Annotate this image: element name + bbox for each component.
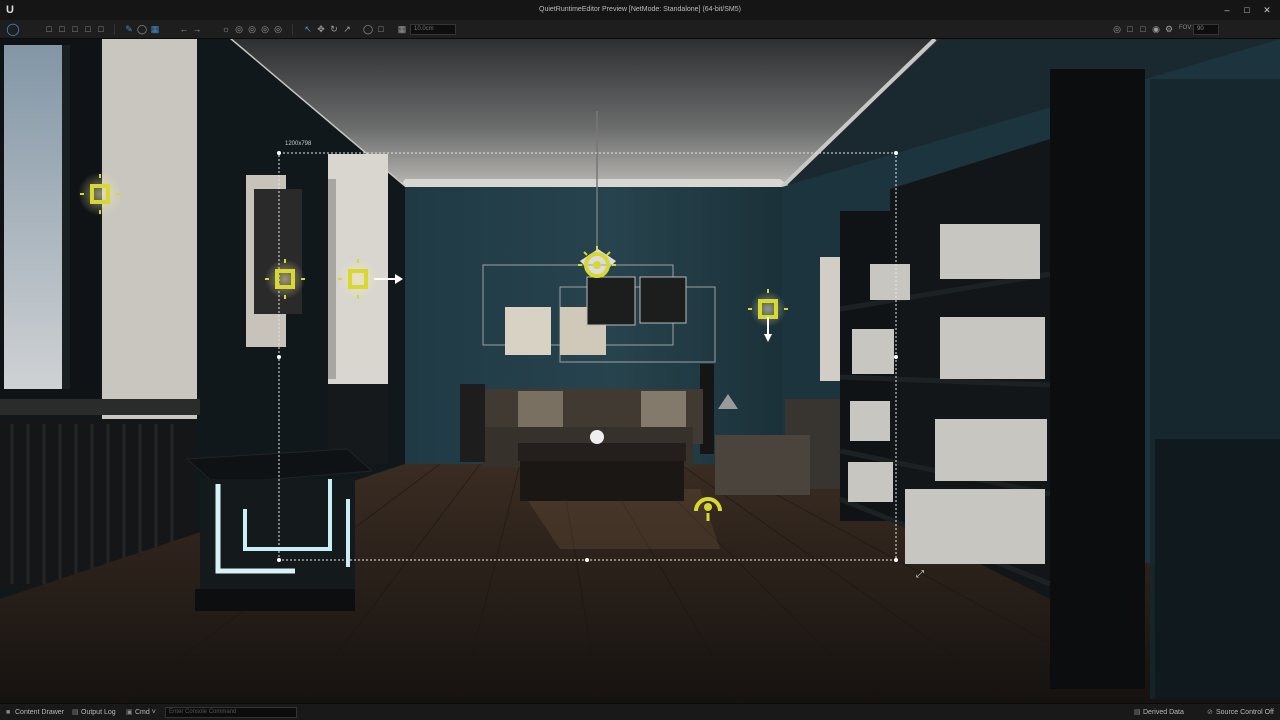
rect-light-gizmo-wall[interactable] xyxy=(265,259,305,299)
sofa-cushion-1 xyxy=(518,391,563,429)
world-space-icon[interactable]: ◯ xyxy=(361,22,375,36)
sky-light-icon[interactable]: ◎ xyxy=(271,22,285,36)
selection-handle[interactable] xyxy=(585,558,589,562)
window-sill xyxy=(0,399,200,415)
rotate-tool-icon[interactable]: ↻ xyxy=(327,22,341,36)
open-level-icon[interactable]: □ xyxy=(55,22,69,36)
rect-light-icon[interactable]: ◎ xyxy=(258,22,272,36)
output-log-label: Output Log xyxy=(81,709,116,716)
translate-tool-icon[interactable]: ✥ xyxy=(314,22,328,36)
fov-label: FOV: xyxy=(1179,25,1193,31)
derived-data-button[interactable]: ▤ Derived Data xyxy=(1134,708,1184,718)
output-log-button[interactable]: ▤ Output Log xyxy=(72,708,116,718)
eye-icon[interactable]: ◉ xyxy=(1149,22,1163,36)
editor-window: U QuietRuntimeEditor Preview [NetMode: S… xyxy=(0,0,1280,720)
focus-icon[interactable]: ◎ xyxy=(1110,22,1124,36)
select-mode-icon[interactable]: ✎ xyxy=(122,22,136,36)
window-mullion xyxy=(62,45,70,389)
radiator-right xyxy=(1155,439,1280,699)
console-input[interactable]: Enter Console Command xyxy=(165,707,297,718)
ottoman xyxy=(715,435,810,495)
selection-handle[interactable] xyxy=(894,151,898,155)
selection-handle[interactable] xyxy=(277,355,281,359)
crop-icon[interactable]: □ xyxy=(1123,22,1137,36)
window-reveal xyxy=(102,39,197,419)
rect-light-gizmo-window[interactable] xyxy=(78,172,122,216)
title-bar: U QuietRuntimeEditor Preview [NetMode: S… xyxy=(0,0,1280,20)
status-bar: ■ Content Drawer ▤ Output Log ▣ Cmd ˅ Enter… xyxy=(0,703,1280,720)
fov-input[interactable]: 90 xyxy=(1193,24,1219,35)
selection-size-label: 1200x798 xyxy=(285,141,312,147)
selection-handle[interactable] xyxy=(894,355,898,359)
save-all-icon[interactable]: □ xyxy=(81,22,95,36)
export-icon[interactable]: □ xyxy=(94,22,108,36)
grid-snap-size-dropdown[interactable]: 10.0cm xyxy=(410,24,456,35)
toolbar-divider xyxy=(114,24,115,35)
selection-handle[interactable] xyxy=(277,151,281,155)
grid-snap-icon[interactable]: ▦ xyxy=(395,22,409,36)
scale-tool-icon[interactable]: ↗ xyxy=(340,22,354,36)
scene-render: ⤢ xyxy=(0,39,1280,703)
new-level-icon[interactable]: □ xyxy=(42,22,56,36)
sofa-cushion-2 xyxy=(641,391,686,429)
art-panel-3 xyxy=(586,276,636,326)
toolbar-divider xyxy=(292,24,293,35)
redo-icon[interactable]: → xyxy=(190,22,204,36)
window-glass-left xyxy=(4,45,62,389)
spot-light-icon[interactable]: ◎ xyxy=(245,22,259,36)
maximize-icon[interactable]: □ xyxy=(1240,3,1254,17)
grid-mode-icon[interactable]: ▦ xyxy=(148,22,162,36)
content-drawer-icon: ■ xyxy=(6,709,11,716)
bookshelf-column xyxy=(1050,69,1145,689)
coffee-table-top xyxy=(518,443,686,461)
selection-handle[interactable] xyxy=(894,558,898,562)
side-table xyxy=(460,384,485,462)
selection-handle[interactable] xyxy=(277,558,281,562)
cmd-label: Cmd xyxy=(135,709,150,716)
camera-icon[interactable]: □ xyxy=(1136,22,1150,36)
coffee-table-base xyxy=(520,461,684,501)
undo-icon[interactable]: ← xyxy=(177,22,191,36)
source-control-icon: ⊘ xyxy=(1207,709,1213,716)
search-icon[interactable]: ◯ xyxy=(6,22,20,36)
close-icon[interactable]: ✕ xyxy=(1260,3,1274,17)
derived-data-label: Derived Data xyxy=(1143,709,1184,716)
window-title: QuietRuntimeEditor Preview [NetMode: Sta… xyxy=(539,6,741,13)
viewport-toolbar: ◯ □ □ □ □ □ ✎ ◯ ▦ ← → ☼ ◎ ◎ ◎ ◎ ↖ ✥ ↻ ↗ … xyxy=(0,20,1280,39)
sun-icon[interactable]: ☼ xyxy=(219,22,233,36)
chevron-down-icon: ˅ xyxy=(151,709,156,716)
window-inner-edge xyxy=(328,179,336,379)
table-ornament xyxy=(590,430,604,444)
level-viewport[interactable]: ⤢ 1200x798 xyxy=(0,39,1280,703)
glow-cube-base xyxy=(195,589,355,611)
globe-icon[interactable]: ◯ xyxy=(135,22,149,36)
source-control-button[interactable]: ⊘ Source Control Off xyxy=(1207,708,1274,718)
derived-data-icon: ▤ xyxy=(1134,709,1141,716)
source-control-label: Source Control Off xyxy=(1216,709,1274,716)
point-light-icon[interactable]: ◎ xyxy=(232,22,246,36)
gear-icon[interactable]: ⚙ xyxy=(1162,22,1176,36)
art-panel-1 xyxy=(505,307,551,355)
minimize-icon[interactable]: – xyxy=(1220,3,1234,17)
cmd-dropdown[interactable]: ▣ Cmd ˅ xyxy=(126,708,156,718)
surface-snap-icon[interactable]: □ xyxy=(374,22,388,36)
art-panel-4 xyxy=(639,276,687,324)
terminal-icon: ▣ xyxy=(126,709,133,716)
save-icon[interactable]: □ xyxy=(68,22,82,36)
select-tool-icon[interactable]: ↖ xyxy=(301,22,315,36)
content-drawer-label: Content Drawer xyxy=(15,709,65,716)
wall-art-right xyxy=(820,257,840,381)
resize-cursor-icon: ⤢ xyxy=(916,569,924,580)
content-drawer-button[interactable]: ■ Content Drawer xyxy=(6,708,64,718)
output-log-icon: ▤ xyxy=(72,709,79,716)
